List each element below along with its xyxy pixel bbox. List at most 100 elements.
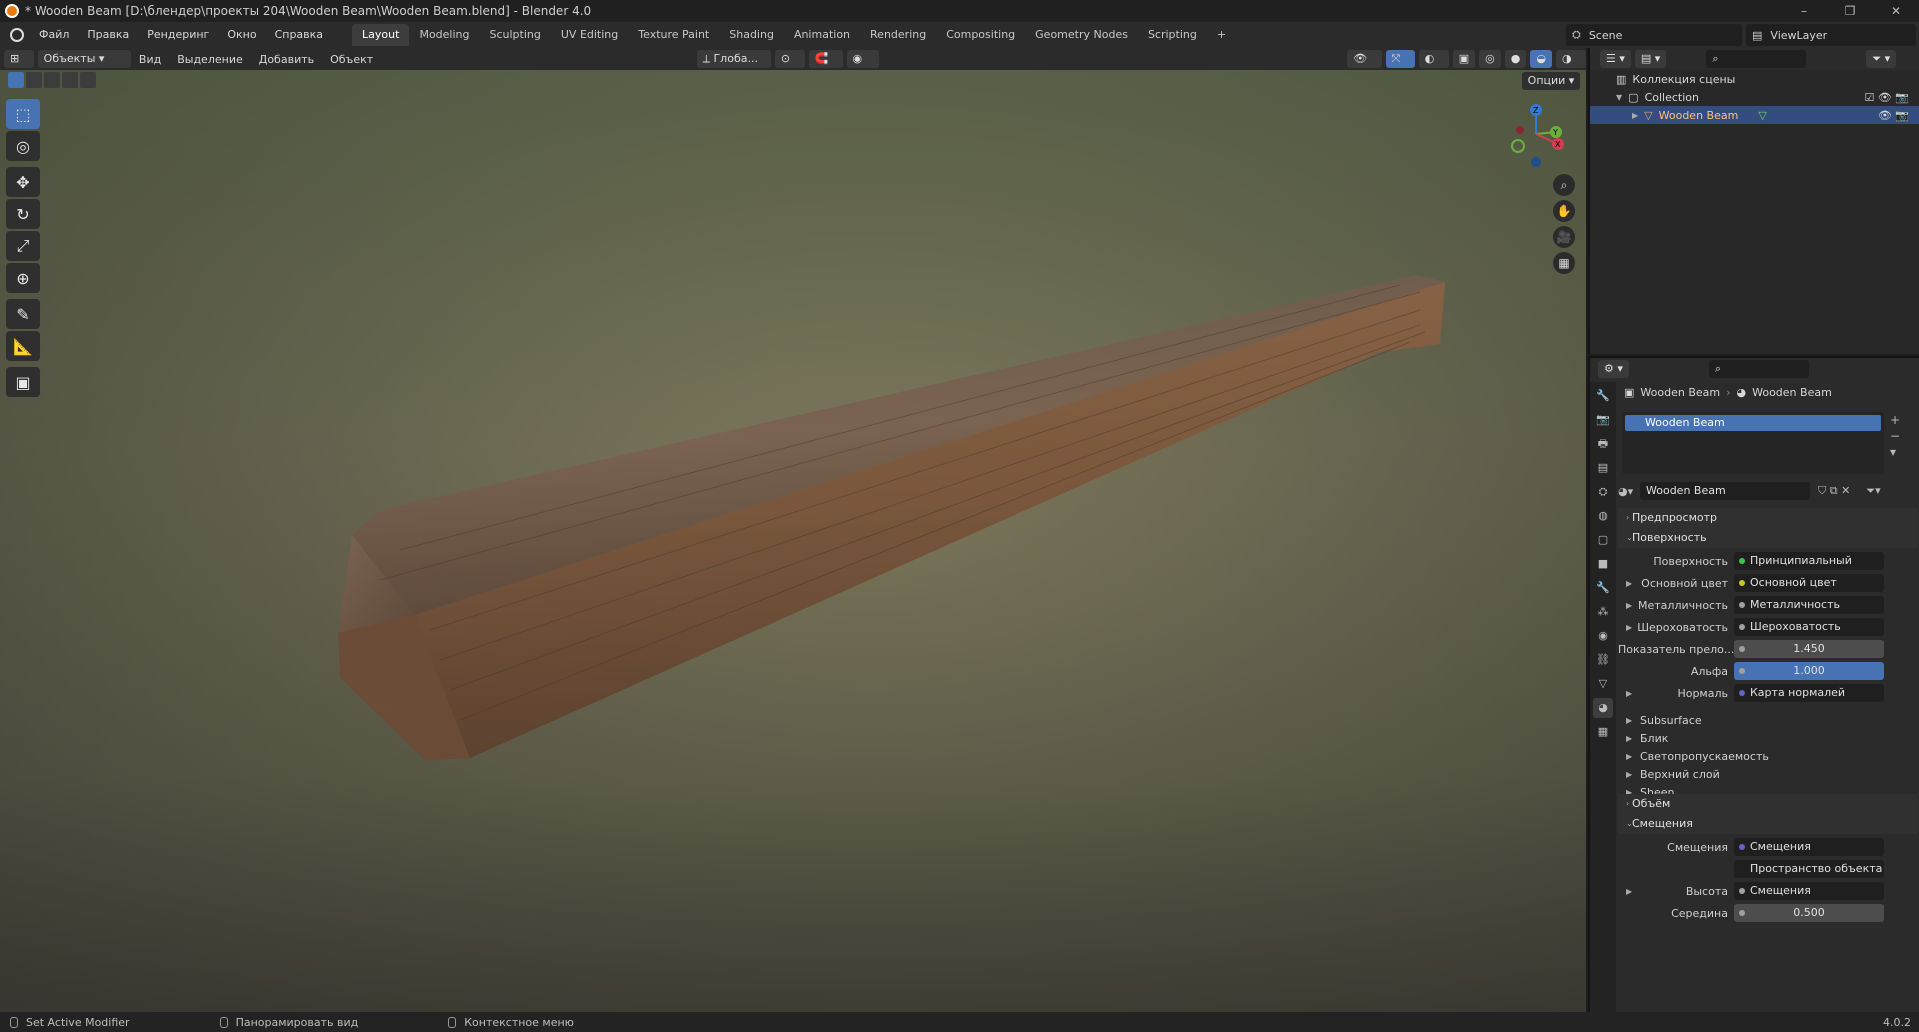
perspective-toggle-icon[interactable]: ▦ [1553, 252, 1575, 274]
add-workspace-button[interactable]: + [1207, 24, 1236, 46]
visibility-button[interactable]: 👁 ▾ [1347, 50, 1382, 83]
socket-dot-icon[interactable] [1739, 668, 1745, 674]
surface-value-field[interactable]: 1.450 [1734, 640, 1884, 658]
menu-edit[interactable]: Правка [78, 22, 138, 48]
expand-icon[interactable]: ▶ [1626, 579, 1632, 588]
pan-view-icon[interactable]: ✋ [1553, 200, 1575, 222]
add-cube-tool-icon[interactable]: ▣ [6, 367, 40, 397]
mesh-data-icon[interactable]: ▽ [1758, 109, 1766, 122]
menu-render[interactable]: Рендеринг [138, 22, 218, 48]
outliner-scene-collection[interactable]: ▥ Коллекция сцены [1590, 70, 1919, 88]
texture-tab-icon[interactable]: ▦ [1593, 722, 1613, 742]
close-button[interactable]: ✕ [1873, 0, 1919, 22]
annotate-tool-icon[interactable]: ✎ [6, 299, 40, 329]
menu-add[interactable]: Добавить [251, 53, 322, 66]
workspace-tab-uv-editing[interactable]: UV Editing [551, 24, 628, 46]
surface-value-field[interactable]: Принципиальный BSDF [1734, 552, 1884, 585]
wooden-beam-object[interactable] [0, 70, 1586, 1012]
workspace-tab-modeling[interactable]: Modeling [409, 24, 479, 46]
workspace-tab-animation[interactable]: Animation [784, 24, 860, 46]
socket-dot-icon[interactable] [1739, 624, 1745, 630]
workspace-tab-texture-paint[interactable]: Texture Paint [628, 24, 719, 46]
snap-button[interactable]: 🧲 ▾ [808, 50, 843, 83]
expand-icon[interactable]: ▶ [1626, 601, 1632, 610]
volume-section[interactable]: › Объём [1618, 794, 1918, 814]
expand-icon[interactable]: ▶ [1626, 623, 1632, 632]
physics-tab-icon[interactable]: ◉ [1593, 626, 1613, 646]
socket-dot-icon[interactable] [1739, 910, 1745, 916]
shading-wireframe-button[interactable]: ◎ [1479, 50, 1501, 68]
workspace-tab-rendering[interactable]: Rendering [860, 24, 936, 46]
outliner-search-input[interactable]: ⌕ [1706, 50, 1807, 68]
surface-value-field[interactable]: Шероховатость [1734, 618, 1884, 636]
expand-icon[interactable]: ▶ [1626, 887, 1632, 896]
properties-editor-type-button[interactable]: ⚙ ▾ [1598, 360, 1629, 378]
expand-icon[interactable]: ▶ [1626, 689, 1632, 698]
blender-menu-icon[interactable] [10, 28, 24, 42]
socket-dot-icon[interactable] [1739, 580, 1745, 586]
render-tab-icon[interactable]: 📷 [1593, 410, 1613, 430]
material-slot-list[interactable]: Wooden Beam [1622, 412, 1884, 474]
move-tool-icon[interactable]: ✥ [6, 167, 40, 197]
proportional-edit-button[interactable]: ◉ ∧ [846, 50, 879, 83]
displacement-value-field[interactable]: Пространство объекта ⌄ [1734, 860, 1884, 893]
workspace-tab-layout[interactable]: Layout [352, 24, 410, 46]
outliner-filter-button[interactable]: ⏷ ▾ [1866, 50, 1897, 68]
select-invert-icon[interactable] [62, 72, 78, 88]
outliner-editor-type-button[interactable]: ☰ ▾ [1600, 50, 1631, 68]
zoom-view-icon[interactable]: ⌕ [1553, 174, 1575, 196]
measure-tool-icon[interactable]: 📐 [6, 331, 40, 361]
view-layer-selector[interactable]: ▤ ViewLayer [1746, 24, 1916, 46]
displacement-section[interactable]: ⌄ Смещения [1618, 814, 1918, 834]
3d-viewport[interactable] [0, 70, 1586, 1012]
menu-help[interactable]: Справка [266, 22, 332, 48]
world-tab-icon[interactable]: ◍ [1593, 506, 1613, 526]
displacement-value-field[interactable]: Смещения [1734, 838, 1884, 856]
surface-value-field[interactable]: Металличность [1734, 596, 1884, 614]
surface-value-field[interactable]: 1.000 [1734, 662, 1884, 680]
options-dropdown[interactable]: Опции ▾ [1522, 72, 1580, 90]
outliner-object-row[interactable]: ▶ ▽ Wooden Beam ▽ 👁 📷 [1590, 106, 1919, 124]
displacement-value-field[interactable]: 0.500 [1734, 904, 1884, 922]
minimize-button[interactable]: – [1781, 0, 1827, 22]
object-visibility-icons[interactable]: 👁 📷 [1878, 109, 1909, 122]
output-tab-icon[interactable]: 🖶 [1593, 434, 1613, 454]
maximize-button[interactable]: ❐ [1827, 0, 1873, 22]
particles-tab-icon[interactable]: ⁂ [1593, 602, 1613, 622]
gizmo-toggle-button[interactable]: ⤧ ▾ [1385, 50, 1415, 83]
collection-tab-icon[interactable]: ▢ [1593, 530, 1613, 550]
surface-section[interactable]: ⌄ Поверхность [1618, 528, 1918, 548]
menu-window[interactable]: Окно [218, 22, 265, 48]
menu-file[interactable]: Файл [30, 22, 78, 48]
modifiers-tab-icon[interactable]: 🔧 [1593, 578, 1613, 598]
menu-view[interactable]: Вид [131, 53, 169, 66]
workspace-tab-geometry-nodes[interactable]: Geometry Nodes [1025, 24, 1138, 46]
socket-dot-icon[interactable] [1739, 558, 1745, 564]
material-slot-item[interactable]: Wooden Beam [1625, 415, 1881, 431]
socket-dot-icon[interactable] [1739, 646, 1745, 652]
workspace-tab-sculpting[interactable]: Sculpting [480, 24, 551, 46]
object-expand-icon[interactable]: ▶ [1632, 111, 1638, 120]
tool-tab-icon[interactable]: 🔧 [1593, 386, 1613, 406]
mode-selector[interactable]: Объекты ▾ [37, 50, 131, 68]
data-tab-icon[interactable]: ▽ [1593, 674, 1613, 694]
view-layer-tab-icon[interactable]: ▤ [1593, 458, 1613, 478]
workspace-tab-shading[interactable]: Shading [719, 24, 784, 46]
properties-search-input[interactable]: ⌕ [1708, 360, 1809, 378]
menu-select[interactable]: Выделение [169, 53, 251, 66]
object-tab-icon[interactable]: ■ [1593, 554, 1613, 574]
camera-view-icon[interactable]: 🎥 [1553, 226, 1575, 248]
transform-tool-icon[interactable]: ⊕ [6, 263, 40, 293]
preview-section[interactable]: › Предпросмотр [1618, 508, 1918, 528]
collection-expand-icon[interactable]: ▼ [1616, 93, 1622, 102]
surface-value-field[interactable]: Основной цвет [1734, 574, 1884, 592]
select-box-tool-icon[interactable]: ⬚ [6, 99, 40, 129]
select-new-icon[interactable] [8, 72, 24, 88]
constraints-tab-icon[interactable]: ⛓ [1593, 650, 1613, 670]
scene-selector[interactable]: ⛭ Scene [1566, 24, 1742, 46]
slot-side-buttons[interactable]: + − ▾ [1890, 412, 1900, 460]
socket-dot-icon[interactable] [1739, 602, 1745, 608]
displacement-value-field[interactable]: Смещения [1734, 882, 1884, 900]
subpanel-header[interactable]: ▶ Subsurface [1618, 712, 1918, 730]
subpanel-header[interactable]: ▶ Блик [1618, 730, 1918, 748]
